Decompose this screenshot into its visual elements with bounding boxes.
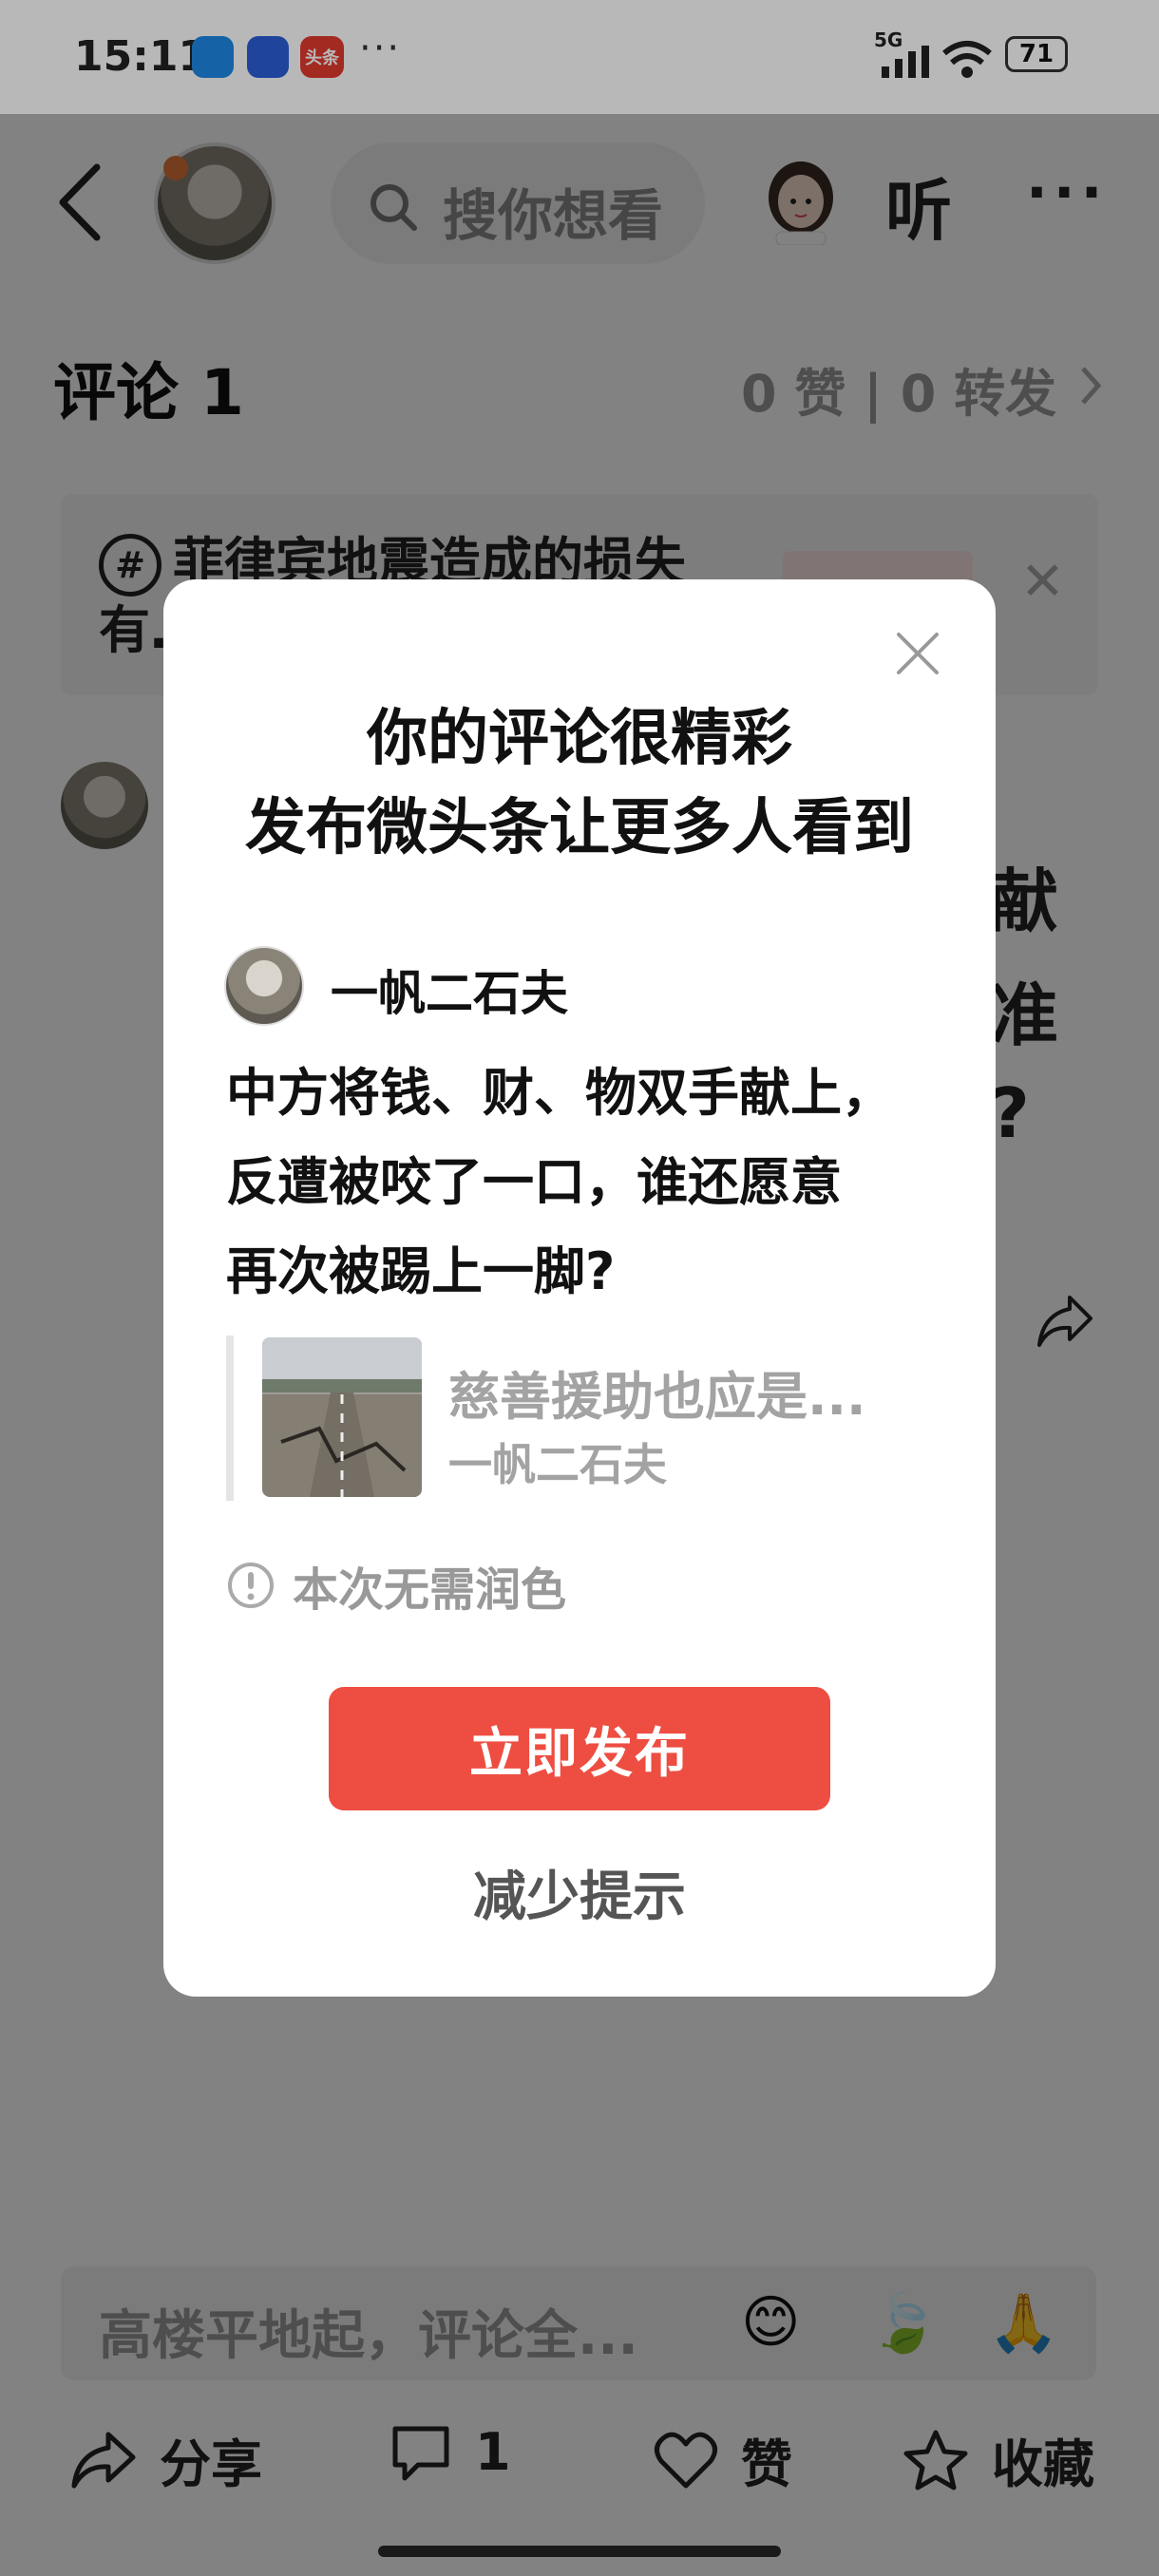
quoted-article-author: 一帆二石夫 (448, 1439, 667, 1490)
reduce-prompts-button[interactable]: 减少提示 (163, 1854, 996, 1931)
info-icon (228, 1563, 274, 1608)
author-avatar (224, 946, 304, 1026)
quoted-article[interactable]: 慈善援助也应是... 一帆二石夫 (226, 1335, 899, 1501)
status-bar-scrim (0, 0, 1159, 114)
quoted-article-title: 慈善援助也应是... (448, 1367, 866, 1427)
comment-body: 中方将钱、财、物双手献上， 反遭被咬了一口，谁还愿意 再次被踢上一脚? (226, 1049, 948, 1316)
comment-line-2: 反遭被咬了一口，谁还愿意 (226, 1152, 842, 1212)
dialog-title-line-1: 你的评论很精彩 (367, 704, 792, 774)
publish-suggestion-dialog: 你的评论很精彩 发布微头条让更多人看到 一帆二石夫 中方将钱、财、物双手献上， … (163, 579, 996, 1997)
author-name: 一帆二石夫 (331, 966, 568, 1021)
polish-notice: 本次无需润色 (226, 1552, 566, 1619)
close-icon[interactable] (893, 629, 942, 678)
comment-line-3: 再次被踢上一脚? (226, 1241, 616, 1301)
polish-notice-text: 本次无需润色 (293, 1563, 567, 1617)
article-thumbnail (262, 1337, 422, 1497)
comment-line-1: 中方将钱、财、物双手献上， (226, 1063, 893, 1123)
dialog-title-line-2: 发布微头条让更多人看到 (245, 793, 914, 863)
publish-now-button[interactable]: 立即发布 (329, 1687, 830, 1810)
